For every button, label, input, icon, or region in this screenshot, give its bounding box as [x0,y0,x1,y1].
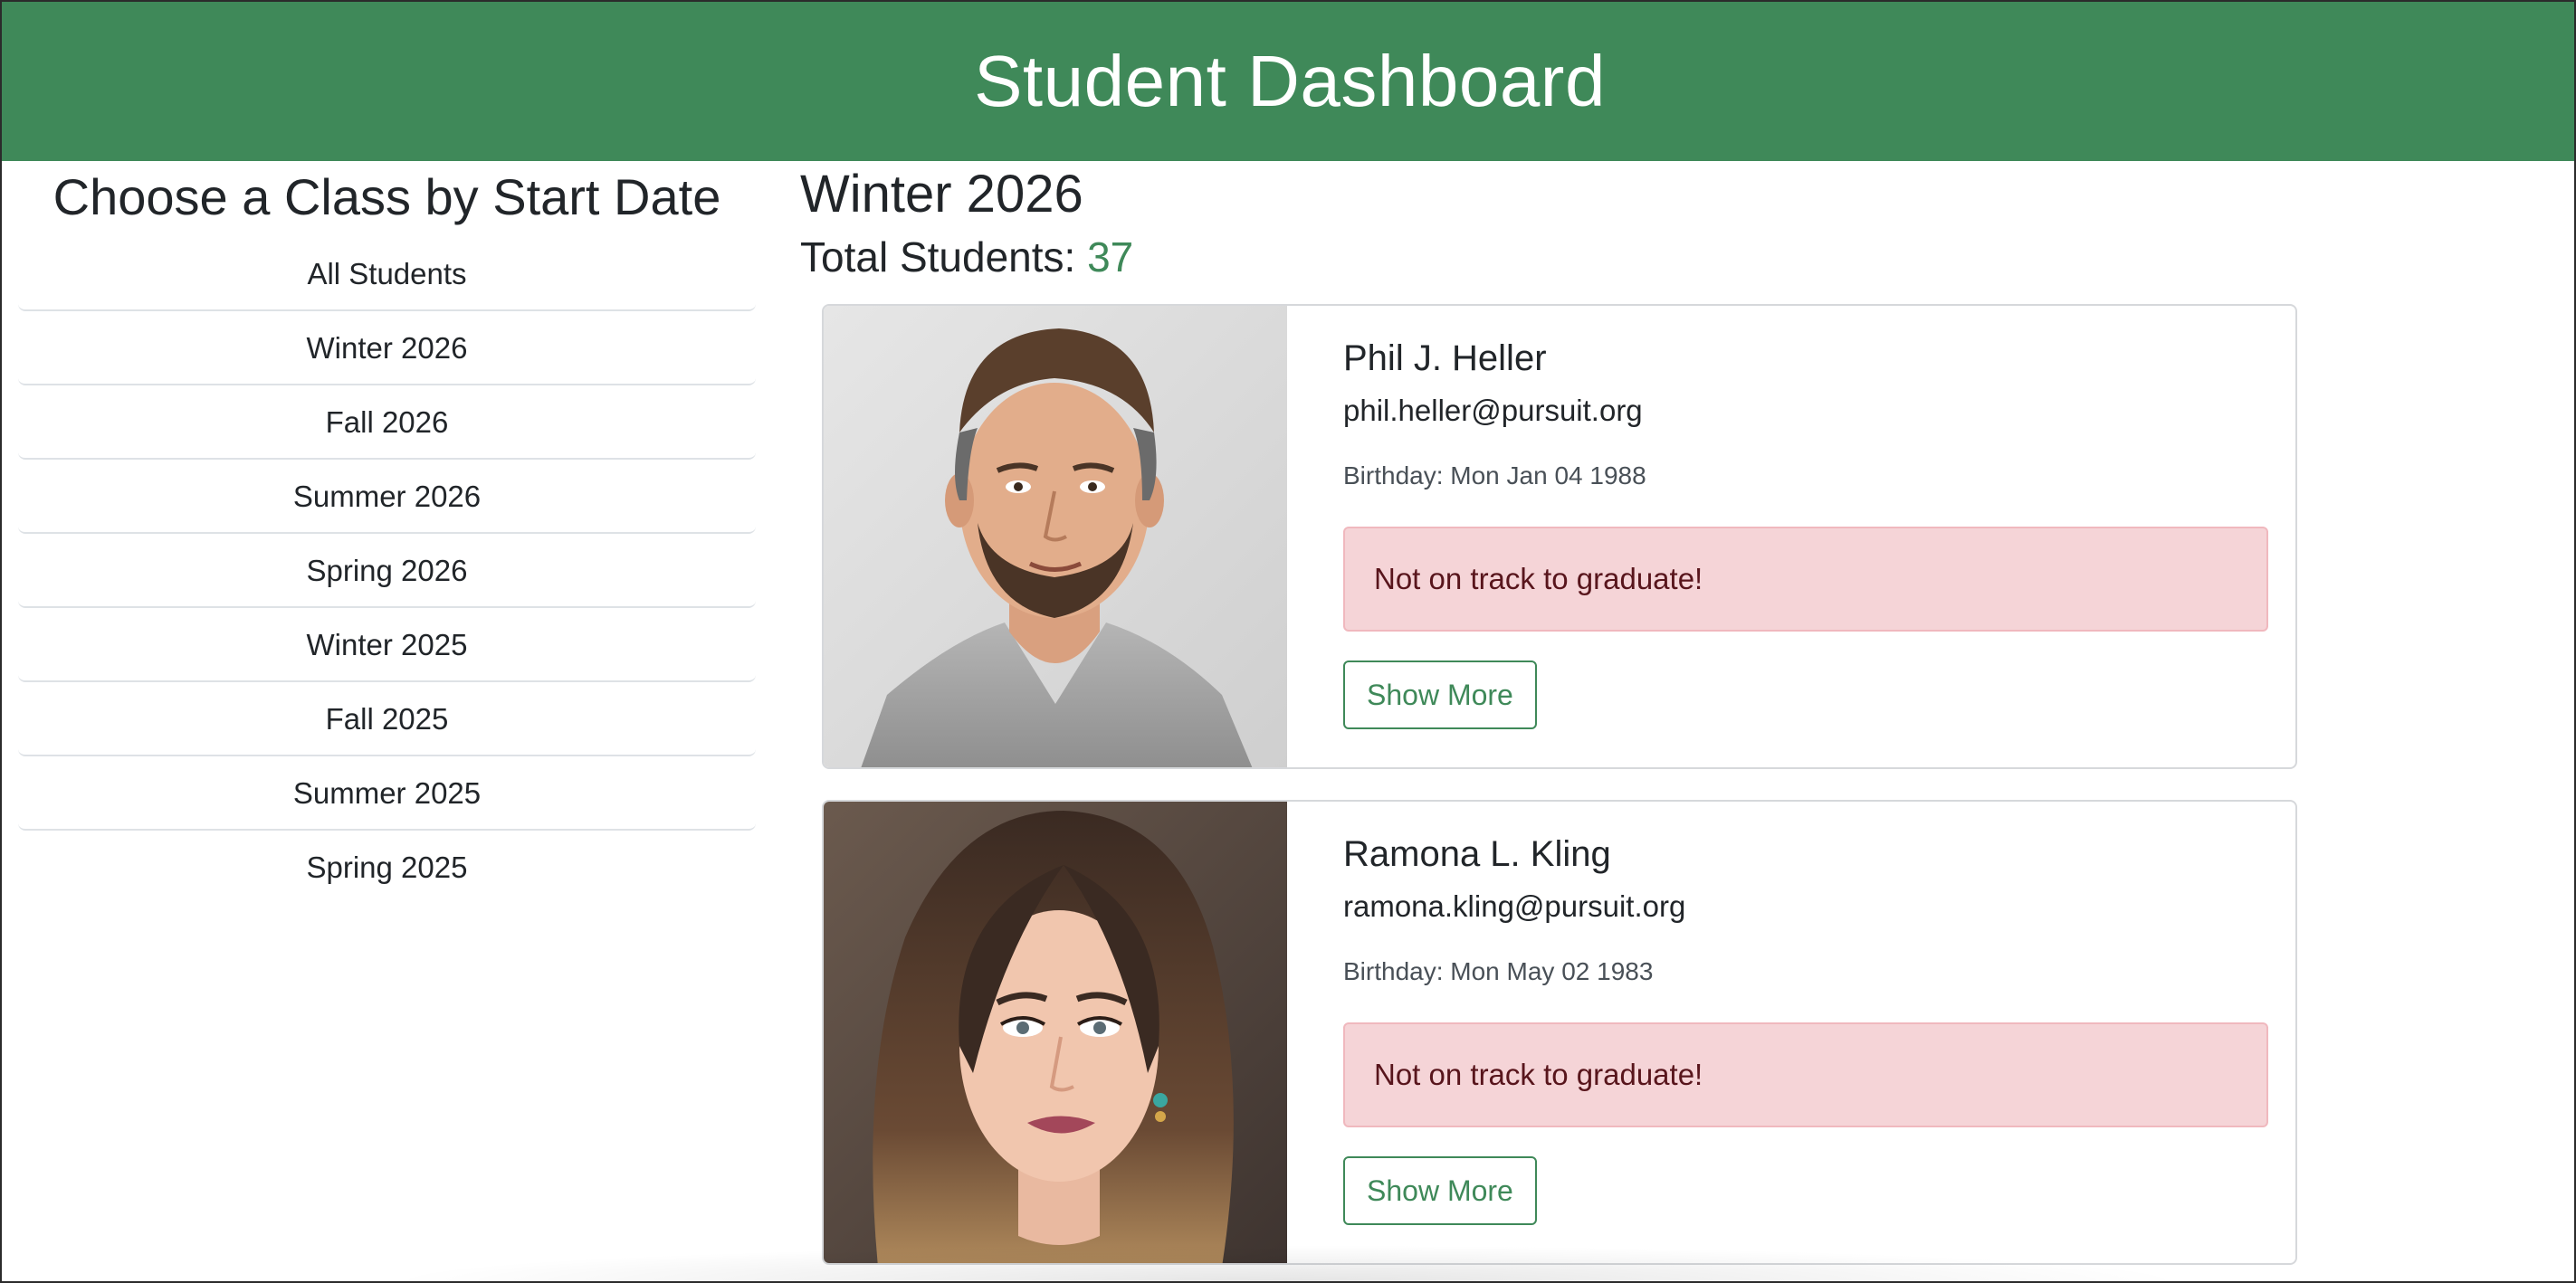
graduation-status-alert: Not on track to graduate! [1343,1022,2268,1127]
student-name: Phil J. Heller [1343,338,1547,378]
student-email: ramona.kling@pursuit.org [1343,889,1686,923]
class-item-summer-2025[interactable]: Summer 2025 [18,756,756,831]
show-more-button[interactable]: Show More [1343,661,1537,729]
cohort-title: Winter 2026 [800,165,1083,223]
class-item-fall-2025[interactable]: Fall 2025 [18,682,756,756]
student-name: Ramona L. Kling [1343,834,1611,874]
student-card-body: Ramona L. Kling ramona.kling@pursuit.org… [1343,802,2268,1225]
class-item-all-students[interactable]: All Students [18,237,756,311]
app-page: Student Dashboard Choose a Class by Star… [0,0,2576,1283]
student-card: Phil J. Heller phil.heller@pursuit.org B… [822,304,2297,769]
show-more-button[interactable]: Show More [1343,1156,1537,1225]
class-item-winter-2025[interactable]: Winter 2025 [18,608,756,682]
total-students: Total Students: 37 [800,228,2303,286]
total-students-count: 37 [1087,233,1134,280]
sidebar-title: Choose a Class by Start Date [52,168,721,225]
graduation-status-alert: Not on track to graduate! [1343,527,2268,632]
student-birthday: Birthday: Mon May 02 1983 [1343,957,1654,985]
student-photo [824,306,1287,767]
student-list-panel: Winter 2026 Total Students: 37 Phil J. H… [800,161,2303,1265]
class-list: All Students Winter 2026 Fall 2026 Summe… [18,237,756,905]
class-item-fall-2026[interactable]: Fall 2026 [18,385,756,460]
class-item-spring-2025[interactable]: Spring 2025 [18,831,756,905]
student-card-body: Phil J. Heller phil.heller@pursuit.org B… [1343,306,2268,729]
class-item-winter-2026[interactable]: Winter 2026 [18,311,756,385]
student-card: Ramona L. Kling ramona.kling@pursuit.org… [822,800,2297,1265]
class-item-spring-2026[interactable]: Spring 2026 [18,534,756,608]
app-title: Student Dashboard [974,41,1606,121]
class-item-summer-2026[interactable]: Summer 2026 [18,460,756,534]
app-header: Student Dashboard [2,2,2574,161]
student-photo [824,802,1287,1263]
student-birthday: Birthday: Mon Jan 04 1988 [1343,461,1646,489]
student-email: phil.heller@pursuit.org [1343,394,1643,427]
total-students-label: Total Students: [800,233,1076,280]
class-sidebar: Choose a Class by Start Date All Student… [18,161,756,905]
